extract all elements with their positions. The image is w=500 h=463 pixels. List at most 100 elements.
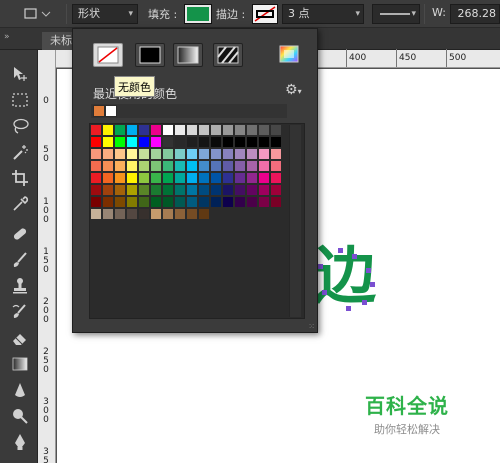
color-swatch[interactable] [210,184,222,196]
color-swatch[interactable] [90,208,102,220]
color-swatch[interactable] [102,184,114,196]
color-swatch[interactable] [114,196,126,208]
color-swatch[interactable] [246,148,258,160]
color-swatch[interactable] [126,208,138,220]
brush-tool[interactable] [8,248,32,272]
color-swatch[interactable] [186,196,198,208]
collapse-panel-icon[interactable]: » [4,32,10,42]
fill-color-button[interactable] [184,4,212,24]
color-swatch[interactable] [162,148,174,160]
color-swatch[interactable] [150,160,162,172]
color-swatch[interactable] [126,160,138,172]
color-swatch[interactable] [186,208,198,220]
resize-grip-icon[interactable]: ⁙ [308,322,315,331]
color-swatch[interactable] [186,136,198,148]
color-swatch[interactable] [150,172,162,184]
blur-tool[interactable] [8,378,32,402]
color-swatch[interactable] [174,196,186,208]
color-swatch[interactable] [222,184,234,196]
color-swatch[interactable] [126,172,138,184]
color-swatch[interactable] [150,208,162,220]
stroke-color-button[interactable] [252,4,278,24]
color-swatch[interactable] [270,148,282,160]
color-swatch[interactable] [174,160,186,172]
color-swatch[interactable] [210,160,222,172]
color-swatch[interactable] [150,124,162,136]
color-swatch[interactable] [138,184,150,196]
color-swatch[interactable] [90,184,102,196]
color-swatch[interactable] [90,136,102,148]
color-swatch[interactable] [114,124,126,136]
color-swatch[interactable] [150,184,162,196]
color-swatch[interactable] [102,160,114,172]
color-swatch[interactable] [198,124,210,136]
color-swatch[interactable] [174,124,186,136]
color-swatch[interactable] [222,196,234,208]
color-swatch[interactable] [258,136,270,148]
color-swatch[interactable] [138,136,150,148]
color-swatch[interactable] [126,148,138,160]
color-swatch[interactable] [246,172,258,184]
color-swatch[interactable] [138,172,150,184]
color-swatch[interactable] [258,184,270,196]
color-swatch[interactable] [234,184,246,196]
color-swatch[interactable] [234,160,246,172]
color-swatch[interactable] [162,208,174,220]
color-swatch[interactable] [162,196,174,208]
color-swatch[interactable] [198,136,210,148]
color-swatch[interactable] [198,184,210,196]
clone-stamp-tool[interactable] [8,274,32,298]
lasso-tool[interactable] [8,114,32,138]
color-swatch[interactable] [234,196,246,208]
color-swatch[interactable] [174,184,186,196]
marquee-tool[interactable] [8,88,32,112]
color-swatch[interactable] [234,148,246,160]
color-picker-button[interactable] [279,45,299,63]
stroke-width-field[interactable]: 3 点 ▾ [282,4,364,24]
color-swatch[interactable] [102,196,114,208]
color-swatch[interactable] [246,184,258,196]
dodge-tool[interactable] [8,404,32,428]
history-brush-tool[interactable] [8,300,32,324]
color-swatch[interactable] [138,124,150,136]
color-swatch[interactable] [222,160,234,172]
color-swatch[interactable] [186,184,198,196]
color-swatch[interactable] [222,148,234,160]
color-swatch[interactable] [114,172,126,184]
color-swatch[interactable] [234,172,246,184]
color-swatch[interactable] [210,124,222,136]
color-swatch[interactable] [114,208,126,220]
color-swatch[interactable] [270,196,282,208]
color-swatch[interactable] [126,136,138,148]
no-color-button[interactable] [93,43,123,67]
color-swatch[interactable] [270,184,282,196]
color-swatch[interactable] [198,196,210,208]
color-swatch[interactable] [258,196,270,208]
swatch-scrollbar[interactable] [289,125,301,317]
pen-tool[interactable] [8,430,32,454]
eyedropper-tool[interactable] [8,192,32,216]
healing-brush-tool[interactable] [8,222,32,246]
color-swatch[interactable] [162,124,174,136]
color-swatch[interactable] [138,208,150,220]
color-swatch[interactable] [102,136,114,148]
color-swatch[interactable] [174,136,186,148]
color-swatch[interactable] [222,172,234,184]
color-swatch[interactable] [186,160,198,172]
color-swatch[interactable] [102,208,114,220]
color-swatch[interactable] [198,148,210,160]
color-swatch[interactable] [258,148,270,160]
color-swatch[interactable] [102,148,114,160]
color-swatch[interactable] [270,172,282,184]
color-swatch[interactable] [162,172,174,184]
color-swatch[interactable] [186,124,198,136]
color-swatch[interactable] [174,148,186,160]
color-swatch[interactable] [162,184,174,196]
color-swatch[interactable] [126,196,138,208]
color-swatch[interactable] [234,124,246,136]
color-swatch[interactable] [246,196,258,208]
color-swatch[interactable] [90,196,102,208]
color-swatch[interactable] [162,160,174,172]
color-swatch[interactable] [186,148,198,160]
color-swatch[interactable] [210,136,222,148]
